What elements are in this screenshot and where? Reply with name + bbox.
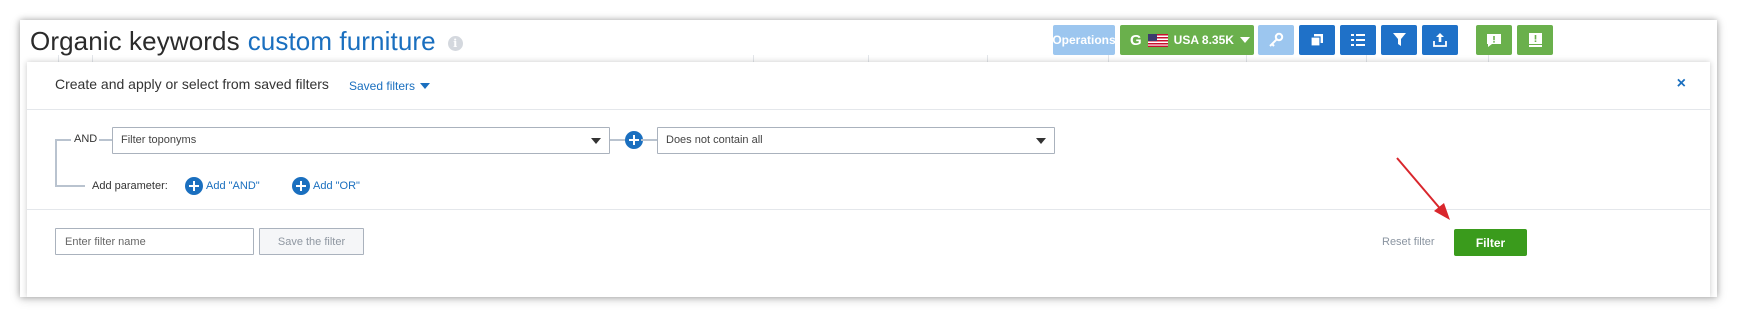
query-text: custom furniture — [247, 25, 436, 56]
comment-button[interactable] — [1476, 25, 1512, 55]
tree-connector — [55, 185, 85, 187]
copy-icon — [1310, 34, 1323, 47]
tree-connector — [99, 139, 112, 141]
title-text: Organic keywords — [30, 25, 240, 56]
tree-connector — [55, 140, 57, 187]
google-icon: G — [1130, 31, 1142, 49]
add-and-link[interactable]: Add "AND" — [206, 180, 260, 192]
copy-button[interactable] — [1299, 25, 1335, 55]
export-button[interactable] — [1422, 25, 1458, 55]
us-flag-icon — [1147, 33, 1168, 47]
add-or-link[interactable]: Add "OR" — [313, 180, 360, 192]
operations-label: Operations — [1052, 33, 1116, 47]
tree-connector — [610, 139, 626, 141]
filter-panel: Create and apply or select from saved fi… — [27, 62, 1710, 297]
save-filter-button[interactable]: Save the filter — [259, 228, 364, 255]
chevron-down-icon — [420, 83, 431, 89]
add-and-icon[interactable] — [185, 177, 203, 195]
chevron-down-icon — [1036, 138, 1046, 144]
help-icon — [1528, 33, 1542, 47]
help-button[interactable] — [1517, 25, 1553, 55]
filter-icon — [1392, 33, 1406, 46]
saved-filters-label: Saved filters — [349, 79, 416, 93]
condition-select[interactable]: Does not contain all — [657, 127, 1055, 154]
keywords-button[interactable] — [1258, 25, 1294, 55]
filter-toolbar-button[interactable] — [1381, 25, 1417, 55]
add-or-icon[interactable] — [292, 177, 310, 195]
filter-panel-header: Create and apply or select from saved fi… — [27, 62, 1710, 110]
info-icon[interactable]: i — [447, 36, 463, 51]
page-title: Organic keywords custom furniture — [30, 26, 436, 57]
filter-panel-footer: Save the filter Reset filter Filter — [27, 210, 1710, 297]
filter-conditions: AND Filter toponyms Does not contain all… — [27, 110, 1710, 210]
filter-name-input[interactable] — [55, 228, 254, 255]
reset-filter-link[interactable]: Reset filter — [1382, 236, 1435, 248]
apply-filter-button[interactable]: Filter — [1454, 229, 1527, 256]
chevron-down-icon — [591, 138, 601, 144]
condition-select-value: Does not contain all — [666, 134, 763, 146]
add-parameter-label: Add parameter: — [92, 180, 168, 192]
country-select-button[interactable]: G USA 8.35K — [1120, 25, 1254, 55]
saved-filters-dropdown[interactable]: Saved filters — [349, 79, 431, 93]
export-icon — [1433, 33, 1447, 47]
report-window: Organic keywords custom furniture i Opera… — [20, 20, 1717, 297]
logic-operator-label: AND — [74, 133, 98, 145]
chevron-down-icon — [1239, 37, 1250, 43]
field-select[interactable]: Filter toponyms — [112, 127, 610, 154]
country-label: USA 8.35K — [1173, 33, 1234, 47]
filter-panel-title: Create and apply or select from saved fi… — [55, 76, 329, 92]
key-icon — [1269, 32, 1284, 47]
columns-button[interactable] — [1340, 25, 1376, 55]
close-icon[interactable]: × — [1677, 75, 1686, 93]
columns-icon — [1351, 34, 1365, 46]
tree-connector — [55, 139, 71, 141]
comment-icon — [1487, 33, 1501, 47]
field-select-value: Filter toponyms — [121, 134, 197, 146]
operations-button[interactable]: Operations — [1052, 25, 1116, 55]
tree-connector — [641, 139, 658, 141]
